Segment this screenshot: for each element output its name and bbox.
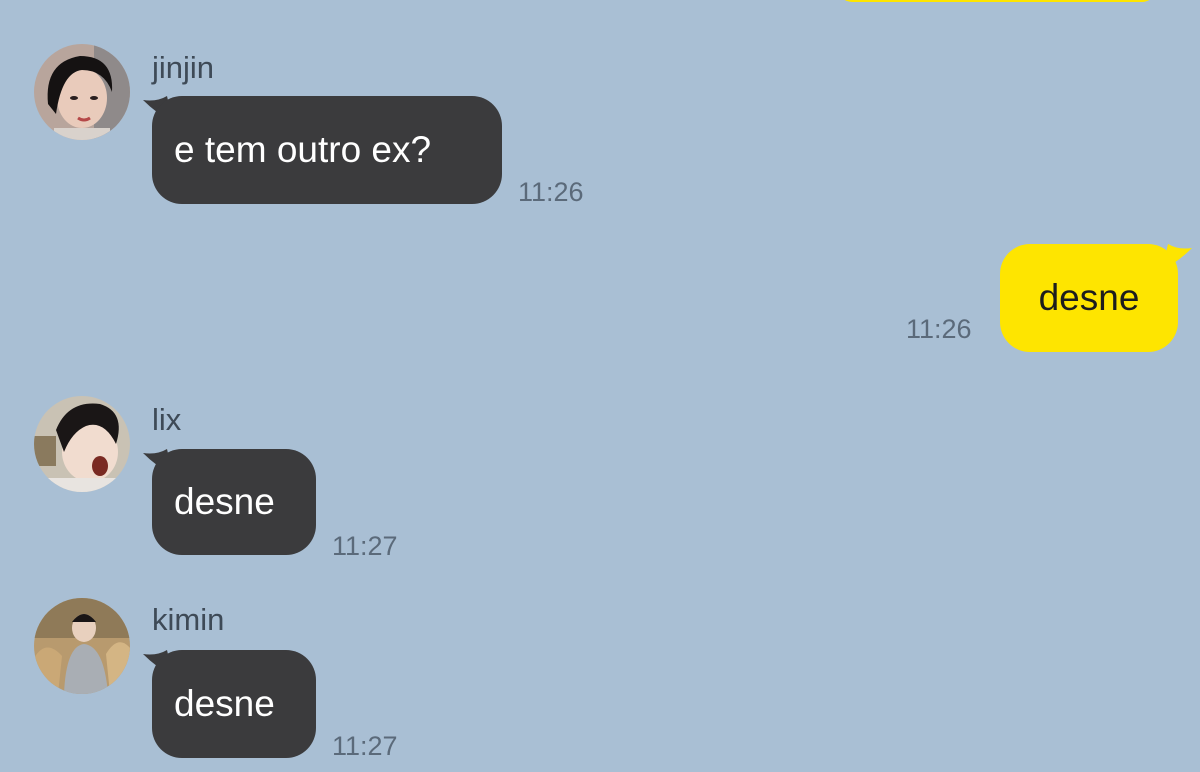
chat-window[interactable]: jinjin e tem outro ex? 11:26 11:26 desne… [0,0,1200,772]
message-bubble[interactable]: desne [152,449,316,555]
profile-photo-icon [34,44,130,140]
message-bubble[interactable]: desne [1000,244,1178,352]
profile-photo-icon [34,598,130,694]
avatar-jinjin[interactable] [34,44,130,140]
avatar-lix[interactable] [34,396,130,492]
profile-photo-icon [34,396,130,492]
avatar-kimin[interactable] [34,598,130,694]
message-time: 11:27 [332,731,398,761]
message-time: 11:27 [332,531,398,561]
sender-name: kimin [152,602,225,637]
message-bubble[interactable]: e tem outro ex? [152,96,502,204]
message-text: desne [174,481,275,522]
message-time: 11:26 [906,314,972,344]
sender-name: jinjin [152,50,215,85]
message-text: e tem outro ex? [174,129,432,170]
message-text: desne [1038,277,1140,318]
message-time: 11:26 [518,177,584,207]
sender-name: lix [152,402,182,437]
message-text: desne [174,683,275,724]
previous-message-bubble[interactable] [838,0,1156,2]
message-bubble[interactable]: desne [152,650,316,758]
